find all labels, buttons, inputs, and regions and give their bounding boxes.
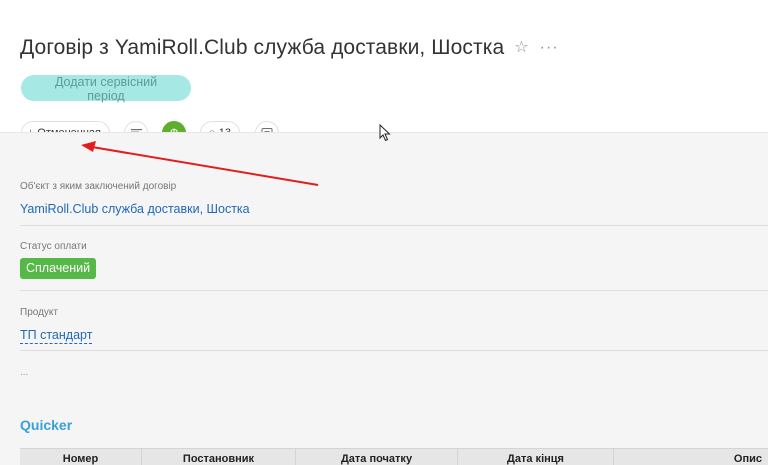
- column-header[interactable]: Опис: [614, 449, 768, 465]
- mouse-cursor-icon: [379, 124, 391, 142]
- more-options-icon[interactable]: ···: [540, 40, 559, 56]
- product-link[interactable]: ТП стандарт: [20, 328, 93, 344]
- payment-field: Статус оплати Сплачений: [20, 241, 768, 279]
- section-title: Quicker: [20, 417, 73, 433]
- object-field: Об'єкт з яким заключений договір YamiRol…: [20, 181, 768, 218]
- add-service-period-button[interactable]: Додати сервісний період: [21, 75, 191, 103]
- divider: [20, 350, 768, 351]
- table-header: Номер Постановник Дата початку Дата кінц…: [20, 448, 768, 465]
- payment-label: Статус оплати: [20, 241, 87, 252]
- column-header[interactable]: Дата початку: [296, 449, 458, 465]
- payment-status-badge: Сплачений: [20, 258, 97, 279]
- star-icon[interactable]: ☆: [514, 40, 528, 56]
- title-row: Договір з YamiRoll.Club служба доставки,…: [20, 36, 559, 60]
- details-panel: Об'єкт з яким заключений договір YamiRol…: [0, 132, 768, 465]
- divider: [20, 290, 768, 291]
- more-fields-ellipsis[interactable]: ...: [20, 367, 28, 378]
- column-header[interactable]: Постановник: [142, 449, 296, 465]
- product-label: Продукт: [20, 307, 58, 318]
- column-header[interactable]: Номер: [20, 449, 142, 465]
- object-link[interactable]: YamiRoll.Club служба доставки, Шостка: [20, 202, 250, 216]
- page-header: Договір з YamiRoll.Club служба доставки,…: [0, 0, 768, 145]
- page-title: Договір з YamiRoll.Club служба доставки,…: [20, 36, 505, 59]
- product-field: Продукт ТП стандарт: [20, 307, 768, 344]
- divider: [20, 225, 768, 226]
- column-header[interactable]: Дата кінця: [458, 449, 614, 465]
- object-label: Об'єкт з яким заключений договір: [20, 181, 177, 192]
